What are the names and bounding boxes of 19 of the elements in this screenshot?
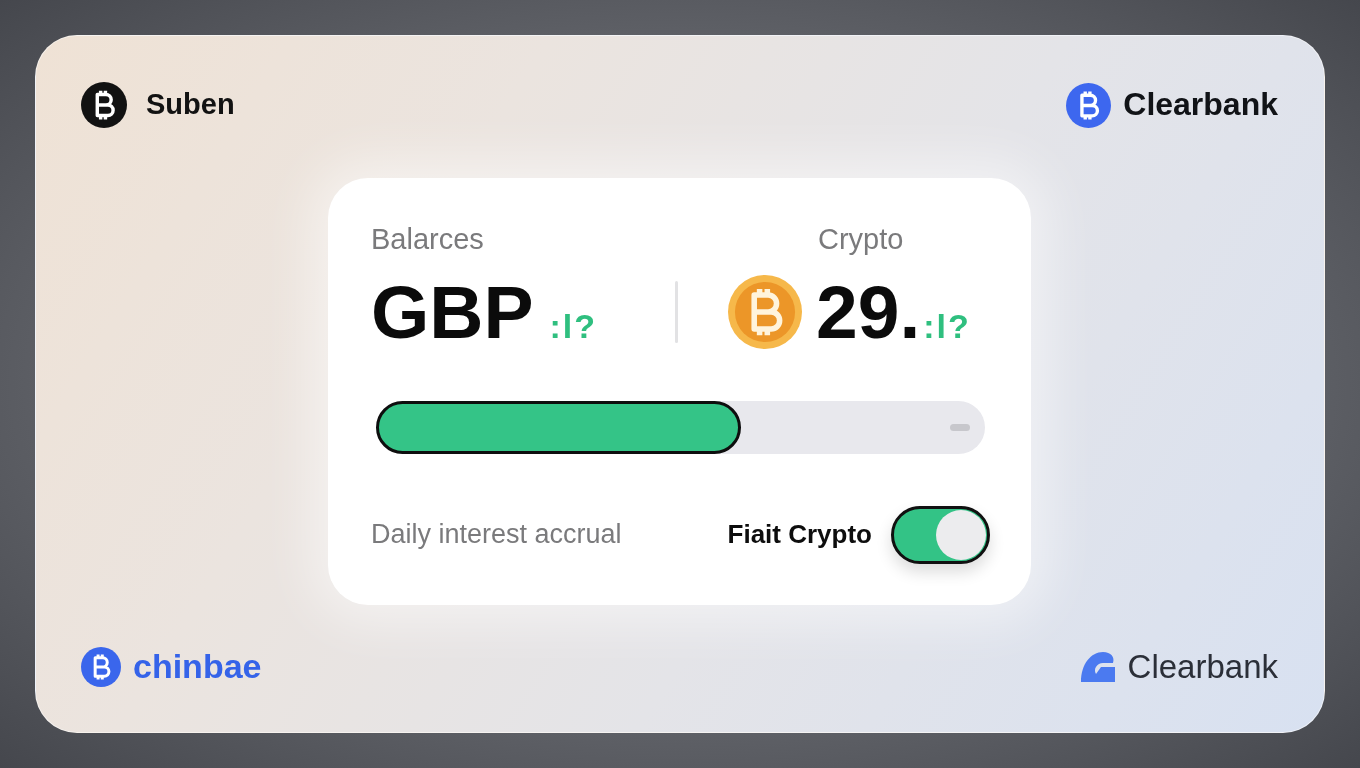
- interest-caption: Daily interest accrual: [371, 519, 622, 550]
- dash-icon: [950, 423, 970, 431]
- bitcoin-icon: [81, 647, 121, 687]
- brand-name: chinbae: [133, 648, 262, 686]
- brand-name: Suben: [146, 89, 235, 121]
- balance-heading: Balarces: [371, 221, 484, 256]
- toggle-label: Fiait Crypto: [727, 519, 872, 550]
- fiat-crypto-toggle[interactable]: [891, 505, 990, 564]
- bitcoin-icon: [728, 274, 802, 349]
- currency-code: GBP: [371, 271, 534, 352]
- crypto-amount: 29.: [816, 271, 921, 352]
- bitcoin-icon: [1066, 82, 1112, 128]
- wave-icon: [1079, 651, 1116, 683]
- bitcoin-icon: [81, 82, 127, 128]
- crypto-heading: Crypto: [818, 221, 904, 256]
- brand-name: Clearbank: [1127, 648, 1278, 686]
- brand-name: Clearbank: [1123, 87, 1278, 123]
- balance-suffix: :l?: [549, 306, 598, 345]
- amount-suffix: :l?: [923, 306, 971, 345]
